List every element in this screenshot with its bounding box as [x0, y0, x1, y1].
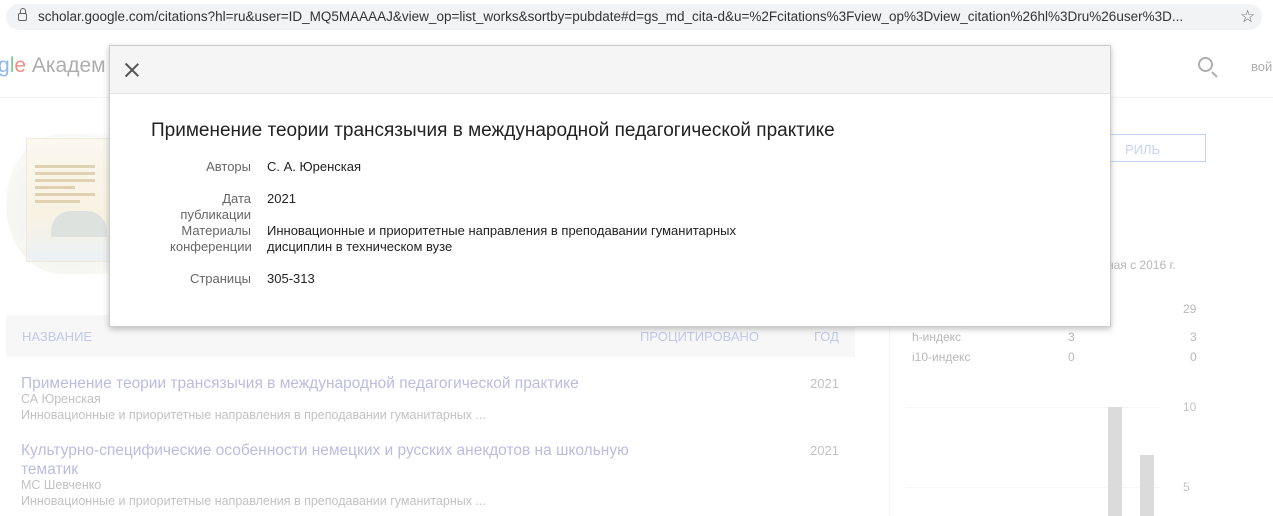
field-label-date: Дата публикации	[180, 191, 251, 222]
field-label-authors: Авторы	[206, 159, 251, 174]
dialog-toolbar	[110, 46, 1110, 94]
lock-icon[interactable]	[18, 8, 27, 21]
field-value-conference: Инновационные и приоритетные направления…	[267, 223, 736, 254]
browser-toolbar: scholar.google.com/citations?hl=ru&user=…	[0, 0, 1273, 34]
address-bar[interactable]: scholar.google.com/citations?hl=ru&user=…	[6, 4, 1262, 30]
bookmark-star-icon[interactable]: ☆	[1240, 7, 1255, 27]
url-text[interactable]: scholar.google.com/citations?hl=ru&user=…	[38, 9, 1228, 24]
field-label-conference: Материалы конференции	[170, 223, 252, 254]
close-icon[interactable]	[124, 62, 140, 78]
dialog-article-title[interactable]: Применение теории трансязычия в междунар…	[151, 120, 835, 142]
field-label-pages: Страницы	[189, 271, 251, 286]
citation-details-dialog: Применение теории трансязычия в междунар…	[109, 45, 1111, 327]
field-value-pages: 305-313	[267, 271, 315, 286]
field-value-authors: С. А. Юренская	[267, 159, 362, 174]
field-value-date: 2021	[267, 191, 296, 206]
